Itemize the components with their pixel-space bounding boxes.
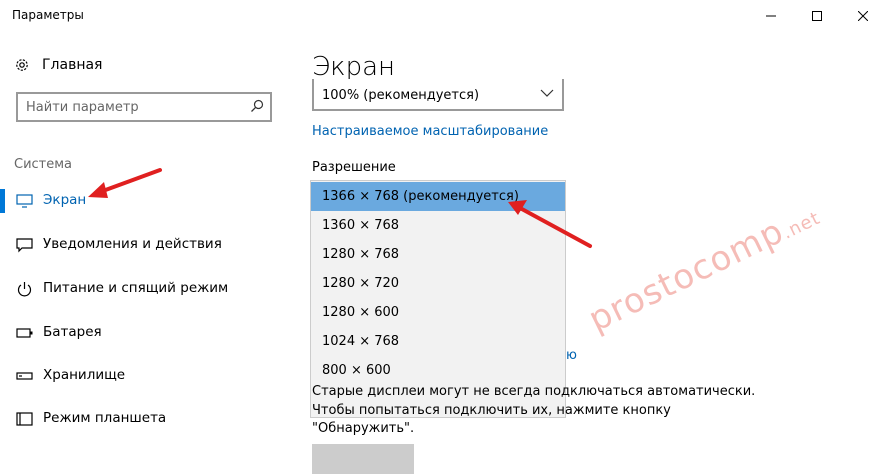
minimize-icon xyxy=(766,15,776,17)
page-title: Экран xyxy=(312,52,396,82)
sidebar-item-label: Экран xyxy=(43,192,87,208)
home-link[interactable]: Главная xyxy=(14,57,102,73)
resolution-option[interactable]: 1024 × 768 xyxy=(311,327,565,356)
section-heading-system: Система xyxy=(14,157,73,172)
sidebar-item-battery[interactable]: Батарея xyxy=(0,313,292,353)
window-title: Параметры xyxy=(12,8,84,22)
close-button[interactable] xyxy=(840,0,886,32)
custom-scaling-link[interactable]: Настраиваемое масштабирование xyxy=(312,124,548,139)
scale-value: 100% (рекомендуется) xyxy=(322,88,480,103)
sidebar-item-power[interactable]: Питание и спящий режим xyxy=(0,269,292,309)
chevron-down-icon xyxy=(540,89,554,97)
main-content: Экран 100% (рекомендуется) Настраиваемое… xyxy=(292,32,886,474)
sidebar-item-label: Хранилище xyxy=(43,367,126,383)
detect-button[interactable] xyxy=(312,444,414,474)
resolution-option[interactable]: 1280 × 600 xyxy=(311,298,565,327)
storage-icon xyxy=(16,372,33,380)
sidebar: Главная Система Экран Уведомления и дейс… xyxy=(0,32,292,458)
resolution-label: Разрешение xyxy=(312,160,396,175)
resolution-option[interactable]: 1280 × 768 xyxy=(311,240,565,269)
minimize-button[interactable] xyxy=(748,0,794,32)
maximize-icon xyxy=(812,11,822,21)
sidebar-item-tablet-mode[interactable]: Режим планшета xyxy=(0,399,292,439)
sidebar-item-label: Питание и спящий режим xyxy=(43,280,229,296)
occluded-link-fragment[interactable]: ю xyxy=(566,348,577,363)
search-box[interactable] xyxy=(16,92,272,122)
resolution-option[interactable]: 1280 × 720 xyxy=(311,269,565,298)
monitor-icon xyxy=(16,194,33,208)
battery-icon xyxy=(16,328,33,338)
home-label: Главная xyxy=(42,57,103,73)
scale-dropdown[interactable]: 100% (рекомендуется) xyxy=(312,79,564,111)
note-line: "Обнаружить". xyxy=(312,421,415,436)
sidebar-item-label: Режим планшета xyxy=(43,410,167,426)
sidebar-item-display[interactable]: Экран xyxy=(0,181,292,221)
maximize-button[interactable] xyxy=(794,0,840,32)
close-icon xyxy=(858,11,868,21)
sidebar-item-notifications[interactable]: Уведомления и действия xyxy=(0,225,292,265)
sidebar-item-storage[interactable]: Хранилище xyxy=(0,356,292,396)
resolution-option[interactable]: 1360 × 768 xyxy=(311,211,565,240)
resolution-dropdown-list: 1366 × 768 (рекомендуется) 1360 × 768 12… xyxy=(310,180,566,418)
resolution-option-selected[interactable]: 1366 × 768 (рекомендуется) xyxy=(311,182,565,211)
sidebar-item-label: Батарея xyxy=(43,324,102,340)
title-bar: Параметры xyxy=(0,0,886,32)
search-input[interactable] xyxy=(26,98,246,116)
sidebar-item-label: Уведомления и действия xyxy=(43,236,222,252)
notification-icon xyxy=(16,238,33,253)
resolution-option[interactable]: 800 × 600 xyxy=(311,356,565,385)
tablet-mode-icon xyxy=(16,412,33,426)
gear-icon xyxy=(16,59,28,71)
note-line: Старые дисплеи могут не всегда подключат… xyxy=(312,384,756,399)
search-icon[interactable] xyxy=(250,99,264,113)
note-line: Чтобы попытаться подключить их, нажмите … xyxy=(312,403,671,418)
power-icon xyxy=(17,282,32,297)
